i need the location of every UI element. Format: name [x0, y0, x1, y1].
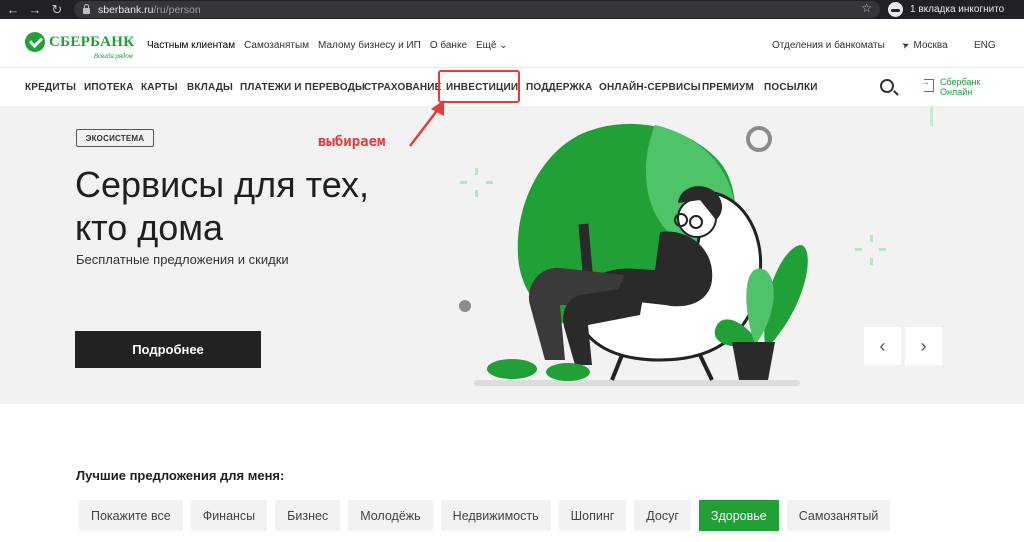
link-more-dropdown[interactable]: Ещё [476, 40, 508, 51]
chip-finance[interactable]: Финансы [190, 500, 268, 531]
chip-self-employed[interactable]: Самозанятый [786, 500, 891, 531]
city-selector[interactable]: ➤ Москва [900, 39, 948, 52]
incognito-label: 1 вкладка инкогнито [910, 4, 1005, 15]
link-small-business[interactable]: Малому бизнесу и ИП [318, 40, 421, 51]
language-switch[interactable]: ENG [974, 40, 996, 51]
location-arrow-icon: ➤ [900, 39, 911, 52]
chip-youth[interactable]: Молодёжь [348, 500, 433, 531]
chevron-left-icon: ‹ [879, 335, 886, 356]
chevron-right-icon: › [920, 335, 927, 356]
hero-title-line-2: кто дома [75, 207, 224, 248]
city-label: Москва [913, 40, 948, 51]
annotation-highlight-box [438, 70, 520, 103]
branches-atms-link[interactable]: Отделения и банкоматы [772, 40, 885, 51]
forward-arrow-icon[interactable]: → [24, 0, 46, 19]
incognito-indicator[interactable]: 1 вкладка инкогнито [888, 1, 1004, 18]
url-host: sberbank.ru [98, 3, 154, 16]
sberbank-logo-icon [25, 32, 45, 52]
nav-online-services[interactable]: ОНЛАЙН-СЕРВИСЫ [599, 82, 701, 93]
logo-text: СБЕРБАНК [49, 33, 135, 50]
browser-toolbar: ← → ↻ sberbank.ru/ru/person ☆ 1 вкладка … [0, 0, 1024, 19]
url-path: /ru/person [153, 3, 201, 16]
carousel-next-button[interactable]: › [905, 327, 942, 365]
offers-title: Лучшие предложения для меня: [76, 468, 285, 483]
nav-parcels[interactable]: ПОСЫЛКИ [764, 82, 818, 93]
nav-deposits[interactable]: ВКЛАДЫ [187, 82, 233, 93]
back-arrow-icon[interactable]: ← [2, 0, 24, 19]
sberbank-online-label: Сбербанк Онлайн [940, 77, 981, 97]
chip-show-all[interactable]: Покажите все [79, 500, 183, 531]
hero-title: Сервисы для тех, кто дома [75, 163, 369, 249]
hero-title-line-1: Сервисы для тех, [75, 164, 369, 205]
chip-leisure[interactable]: Досуг [634, 500, 691, 531]
nav-credits[interactable]: КРЕДИТЫ [25, 82, 76, 93]
nav-cards[interactable]: КАРТЫ [141, 82, 178, 93]
hero-subtitle: Бесплатные предложения и скидки [76, 252, 289, 267]
audience-links: Частным клиентам Самозанятым Малому бизн… [147, 40, 517, 51]
chip-real-estate[interactable]: Недвижимость [440, 500, 551, 531]
more-details-button[interactable]: Подробнее [75, 331, 261, 368]
chip-business[interactable]: Бизнес [275, 500, 341, 531]
nav-insurance[interactable]: СТРАХОВАНИЕ [364, 82, 442, 93]
offer-filter-chips: Покажите все Финансы Бизнес Молодёжь Нед… [79, 500, 898, 531]
nav-payments[interactable]: ПЛАТЕЖИ И ПЕРЕВОДЫ [240, 82, 365, 93]
annotation-text: выбираем [318, 134, 386, 150]
chip-health[interactable]: Здоровье [698, 500, 779, 531]
search-icon[interactable] [880, 79, 894, 93]
nav-premium[interactable]: ПРЕМИУМ [702, 82, 754, 93]
nav-support[interactable]: ПОДДЕРЖКА [526, 82, 592, 93]
login-icon [920, 77, 934, 92]
url-text: sberbank.ru/ru/person [98, 4, 201, 16]
bookmark-star-icon[interactable]: ☆ [861, 1, 872, 15]
top-header: СБЕРБАНК Всегда рядом Частным клиентам С… [0, 19, 1024, 67]
sberbank-online-link[interactable]: СбербанкОнлайн [920, 77, 981, 97]
reload-icon[interactable]: ↻ [46, 0, 68, 19]
address-bar[interactable]: sberbank.ru/ru/person ☆ [74, 1, 880, 18]
lock-icon [83, 4, 90, 14]
link-about-bank[interactable]: О банке [430, 40, 467, 51]
ecosystem-tag: ЭКОСИСТЕМА [76, 129, 154, 147]
link-self-employed[interactable]: Самозанятым [244, 40, 309, 51]
link-private-clients[interactable]: Частным клиентам [147, 40, 235, 51]
chip-shopping[interactable]: Шопинг [558, 500, 627, 531]
carousel-prev-button[interactable]: ‹ [864, 327, 901, 365]
incognito-icon [888, 2, 903, 17]
logo-slogan: Всегда рядом [94, 54, 133, 60]
sberbank-logo[interactable]: СБЕРБАНК [25, 32, 134, 52]
nav-mortgage[interactable]: ИПОТЕКА [84, 82, 134, 93]
